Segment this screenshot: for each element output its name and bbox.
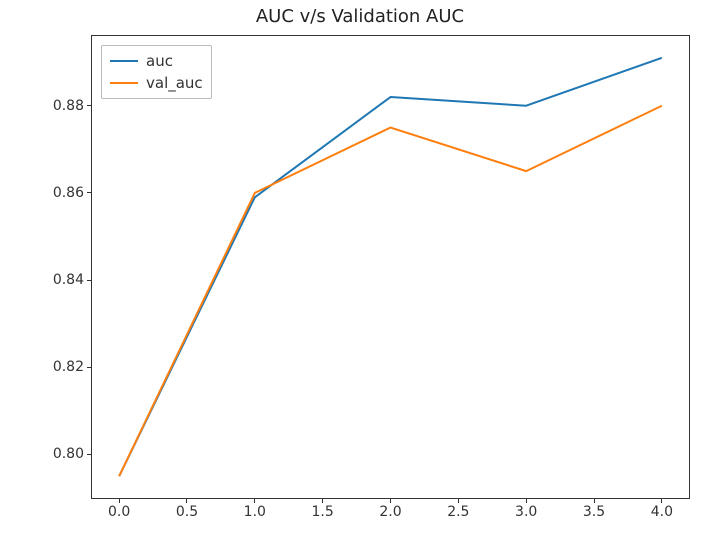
x-tick-mark [458,498,459,503]
series-line-auc [119,58,662,476]
series-line-val_auc [119,106,662,476]
x-tick-mark [661,498,662,503]
x-tick-label: 2.5 [447,504,469,520]
legend-label: auc [146,52,173,70]
legend-swatch-icon [110,82,138,84]
x-tick-mark [526,498,527,503]
y-tick-label: 0.84 [53,272,84,288]
x-tick-mark [186,498,187,503]
legend-swatch-icon [110,60,138,62]
y-tick-label: 0.82 [53,359,84,375]
x-tick-mark [322,498,323,503]
legend-item-val_auc: val_auc [110,72,203,94]
x-tick-label: 0.5 [176,504,198,520]
y-tick-mark [87,105,92,106]
x-tick-label: 4.0 [651,504,673,520]
legend-label: val_auc [146,74,203,92]
chart-title: AUC v/s Validation AUC [0,6,720,27]
y-tick-label: 0.86 [53,185,84,201]
x-tick-label: 1.0 [244,504,266,520]
x-tick-label: 3.5 [583,504,605,520]
x-tick-mark [119,498,120,503]
x-tick-label: 3.0 [515,504,537,520]
x-tick-mark [390,498,391,503]
x-tick-mark [594,498,595,503]
legend: auc val_auc [101,45,212,99]
plot-area: aucval_auc 0.800.820.840.860.880.00.51.0… [91,35,690,499]
y-tick-label: 0.80 [53,446,84,462]
y-tick-mark [87,454,92,455]
x-tick-label: 1.5 [312,504,334,520]
y-tick-mark [87,192,92,193]
x-tick-label: 0.0 [108,504,130,520]
y-tick-mark [87,280,92,281]
legend-item-auc: auc [110,50,203,72]
x-tick-label: 2.0 [379,504,401,520]
y-tick-label: 0.88 [53,98,84,114]
y-tick-mark [87,367,92,368]
x-tick-mark [254,498,255,503]
plot-svg [92,36,689,498]
